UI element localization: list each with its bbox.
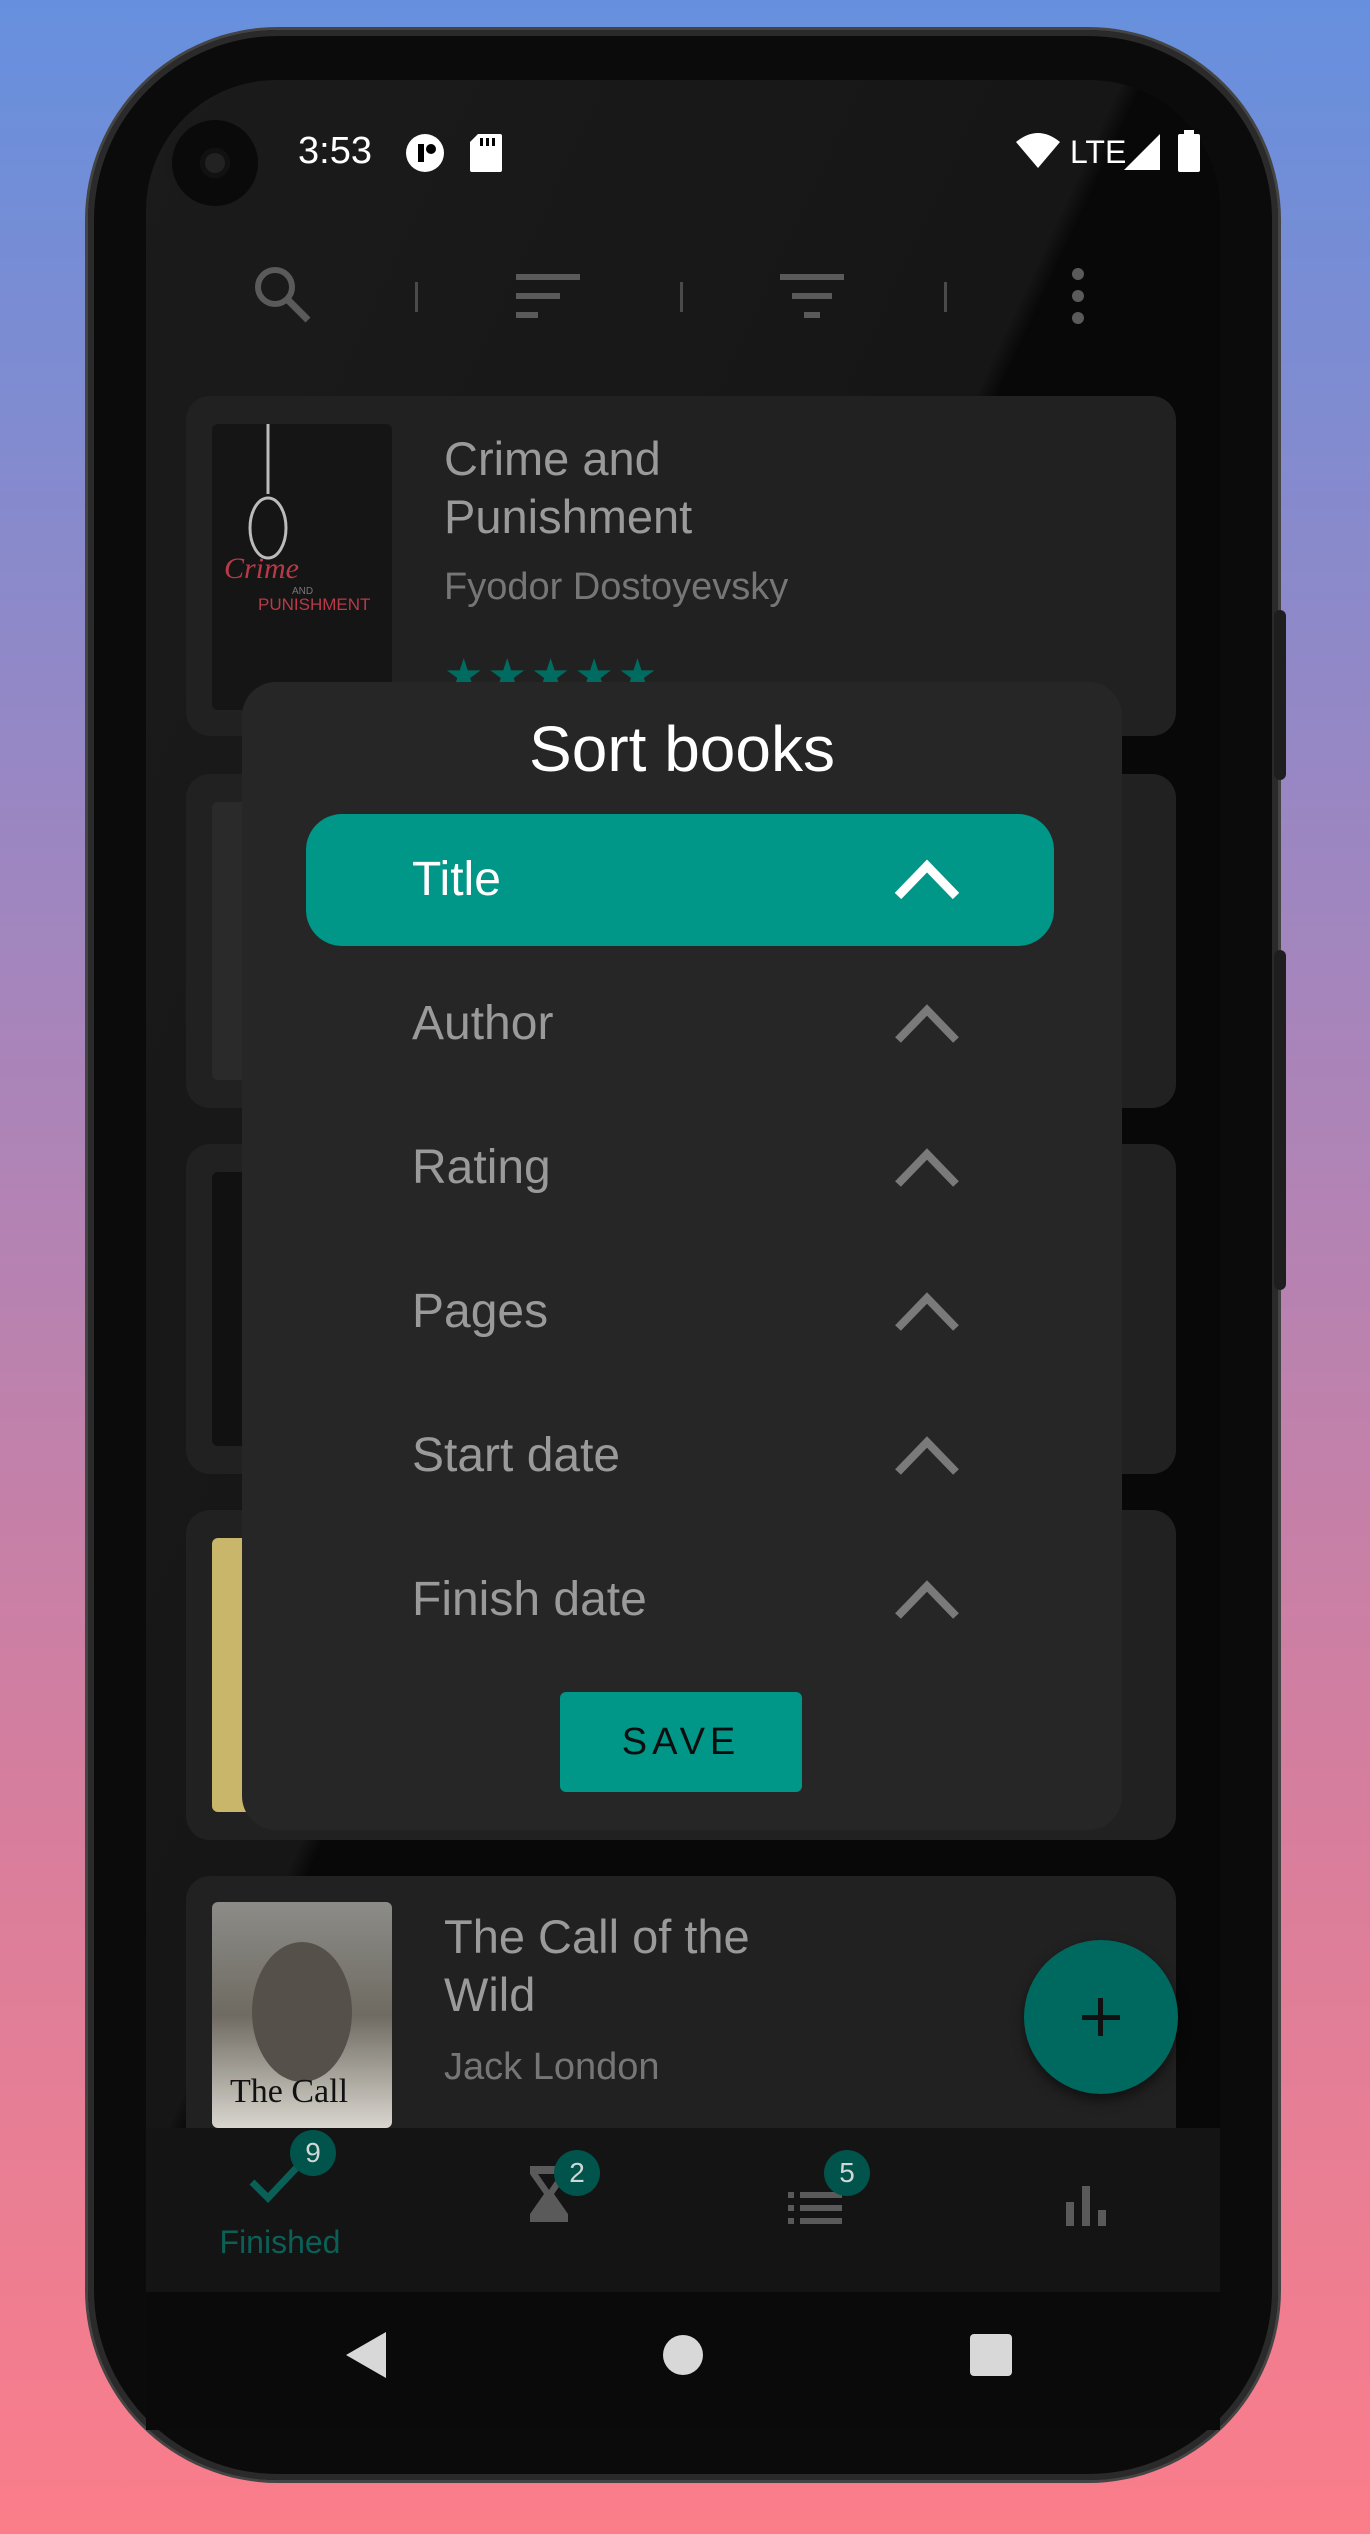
- sort-option-start-date[interactable]: Start date: [306, 1390, 1054, 1522]
- sort-option-label: Finish date: [412, 1573, 647, 1626]
- chevron-up-icon: [895, 1436, 959, 1475]
- sort-option-label: Pages: [412, 1285, 549, 1338]
- chevron-up-icon: [895, 1292, 959, 1331]
- chevron-up-icon: [895, 1580, 959, 1619]
- save-button[interactable]: SAVE: [560, 1692, 802, 1792]
- sort-option-pages[interactable]: Pages: [306, 1246, 1054, 1378]
- sort-option-label: Author: [412, 997, 554, 1050]
- sort-option-finish-date[interactable]: Finish date: [306, 1534, 1054, 1666]
- sort-option-author[interactable]: Author: [306, 958, 1054, 1090]
- sort-dialog: Sort books Title Author Rating Pages Sta…: [242, 682, 1122, 1830]
- sort-option-title[interactable]: Title: [306, 814, 1054, 946]
- chevron-up-icon: [894, 859, 960, 900]
- sort-option-label: Rating: [412, 1141, 551, 1194]
- chevron-up-icon: [895, 1004, 959, 1043]
- sort-option-rating[interactable]: Rating: [306, 1102, 1054, 1234]
- sort-option-label: Start date: [412, 1429, 621, 1482]
- chevron-up-icon: [895, 1148, 959, 1187]
- sort-option-label: Title: [412, 853, 501, 906]
- dialog-title: Sort books: [529, 713, 835, 785]
